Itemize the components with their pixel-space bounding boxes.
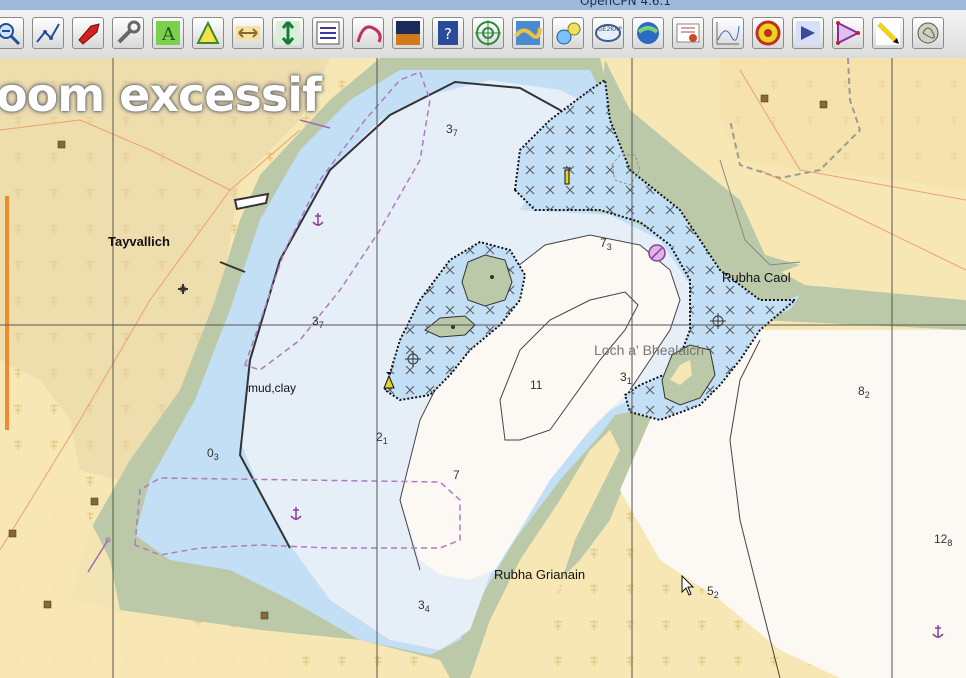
weather-fax-icon (676, 23, 700, 43)
toolbar-button-route[interactable] (32, 17, 64, 49)
toolbar-button-pencil[interactable] (872, 17, 904, 49)
toolbar-button-zoom-out[interactable] (0, 17, 24, 49)
text-toggle-icon: A (156, 21, 180, 45)
toolbar-button-grib[interactable] (512, 17, 544, 49)
sounding-label: 52 (707, 584, 719, 600)
graph-icon (716, 22, 740, 45)
toolbar-button-climatology[interactable] (752, 17, 784, 49)
toolbar-button-wind[interactable] (912, 17, 944, 49)
toolbar-button-help-book[interactable]: ? (432, 17, 464, 49)
sounding-label: 7 (453, 468, 460, 482)
track-icon (196, 20, 220, 44)
sounding-label: 73 (600, 236, 612, 252)
seabed-label: mud,clay (248, 381, 297, 395)
export-route-icon (836, 21, 861, 45)
title-bar: OpenCPN 4.6.1 (0, 0, 966, 10)
toolbar-button-text-toggle[interactable]: A (152, 17, 184, 49)
islet-a-dot (490, 275, 494, 279)
toolbar-button-settings-wrench[interactable] (112, 17, 144, 49)
zoom-out-icon (0, 23, 21, 46)
ais-icon (556, 22, 581, 45)
toolbar-button-export-route[interactable] (832, 17, 864, 49)
overzoom-warning: oom excessif (0, 68, 322, 122)
place-label-tayvallich: Tayvallich (108, 234, 170, 249)
globe-icon (637, 22, 659, 44)
track-line-icon (356, 25, 382, 43)
toolbar-button-ais[interactable] (552, 17, 584, 49)
svg-text:A: A (161, 24, 176, 45)
wind-icon (917, 22, 939, 44)
sounding-label: 03 (207, 446, 219, 462)
sounding-label: 34 (418, 598, 430, 614)
toolbar-button-watchdog[interactable] (792, 17, 824, 49)
toolbar-button-tide-arrows[interactable] (272, 17, 304, 49)
chart-canvas[interactable]: oom excessif Tayvallich Rubha Caol Loch … (0, 58, 966, 678)
grib-icon (514, 21, 542, 45)
window-title: OpenCPN 4.6.1 (580, 0, 671, 8)
settings-wrench-icon (117, 20, 141, 44)
toolbar-button-route-manager[interactable] (312, 17, 344, 49)
toolbar-button-graph[interactable] (712, 17, 744, 49)
toolbar-button-scale-left-right[interactable] (232, 17, 264, 49)
sounding-label: 21 (376, 430, 388, 446)
sounding-label: 11 (530, 378, 543, 392)
toolbar-button-night-mode[interactable] (392, 17, 424, 49)
islet-b-dot (451, 325, 455, 329)
pencil-icon (876, 21, 900, 45)
toolbar-button-gebco[interactable]: GE2KAP (592, 17, 624, 49)
route-manager-icon (316, 21, 340, 45)
scale-left-right-icon (236, 26, 260, 40)
chart-svg[interactable] (0, 58, 966, 678)
toolbar-button-track[interactable] (192, 17, 224, 49)
autofollow-boat-icon (78, 23, 100, 45)
toolbar-button-target[interactable] (472, 17, 504, 49)
climatology-icon (755, 20, 781, 46)
sounding-label: 31 (620, 370, 632, 386)
tide-arrows-icon (276, 21, 300, 45)
sounding-label: 82 (858, 384, 870, 400)
svg-text:?: ? (444, 25, 452, 43)
place-label-loch: Loch a' Bhealaich (594, 342, 705, 358)
place-label-rubha-caol: Rubha Caol (722, 270, 791, 285)
sounding-label: 37 (312, 314, 324, 330)
night-mode-icon (396, 21, 420, 45)
target-icon (475, 20, 501, 46)
toolbar-button-globe[interactable] (632, 17, 664, 49)
gebco-icon: GE2KAP (595, 24, 622, 42)
main-toolbar: A? GE2KAP (0, 10, 966, 59)
toolbar-button-weather-fax[interactable] (672, 17, 704, 49)
help-book-icon: ? (438, 21, 458, 45)
mooring-buoy-icon (648, 244, 666, 262)
watchdog-icon (796, 21, 820, 45)
sounding-label: 128 (934, 532, 953, 548)
place-label-rubha-grianain: Rubha Grianain (494, 567, 586, 582)
route-icon (36, 23, 60, 43)
toolbar-button-autofollow-boat[interactable] (72, 17, 104, 49)
islet-a (461, 254, 513, 307)
sounding-label: 37 (446, 122, 458, 138)
svg-text:GE2KAP: GE2KAP (598, 26, 622, 33)
toolbar-button-track-line[interactable] (352, 17, 384, 49)
